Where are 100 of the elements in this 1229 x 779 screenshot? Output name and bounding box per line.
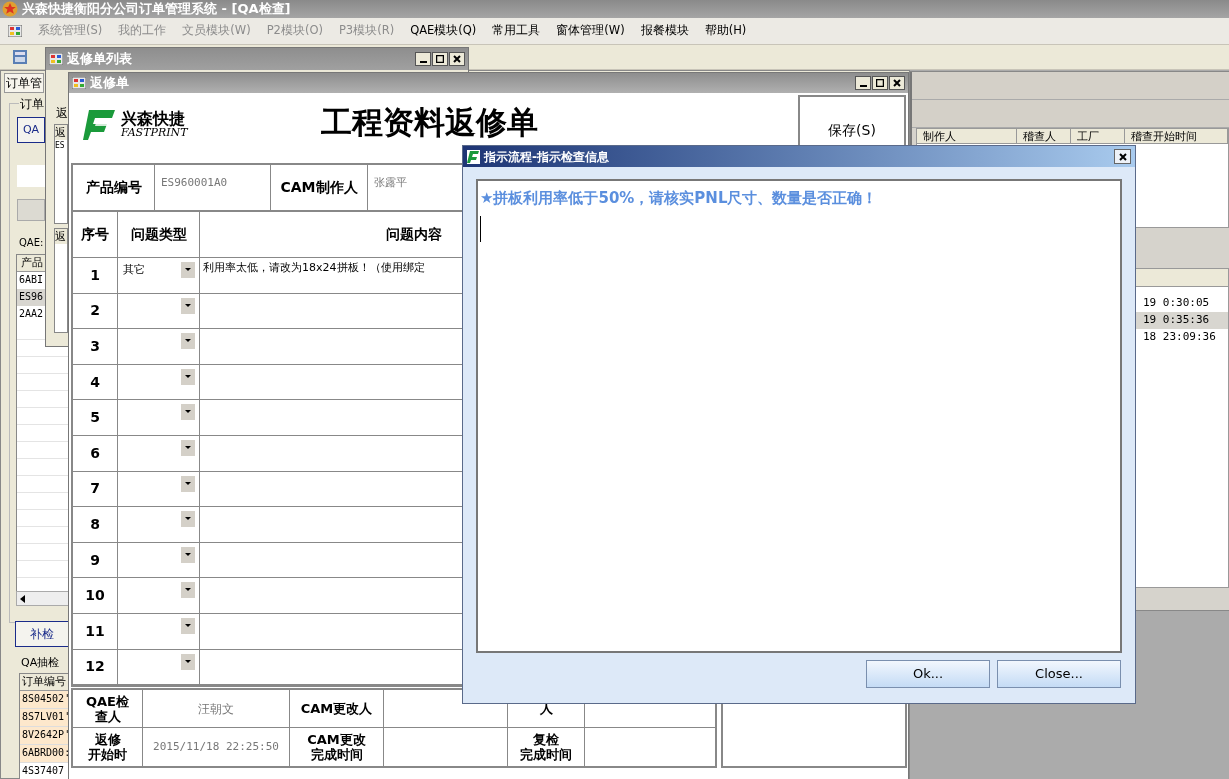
field-label: 开始时	[88, 747, 127, 763]
field-value: ES960001A0	[155, 165, 271, 210]
close-icon	[893, 79, 901, 87]
form-heading: 工程资料返修单	[321, 107, 538, 138]
row-number: 4	[73, 364, 118, 400]
column-header: 工厂	[1070, 129, 1125, 143]
type-dropdown[interactable]: 其它	[118, 258, 200, 293]
dropdown-button[interactable]	[181, 404, 195, 421]
minimize-button[interactable]	[415, 52, 431, 66]
menu-item[interactable]: 窗体管理(W)	[548, 22, 633, 40]
row-number: 7	[73, 471, 118, 507]
window-title: 返修单	[90, 74, 129, 93]
dropdown-button[interactable]	[181, 297, 195, 314]
caret-icon	[185, 659, 191, 664]
row-number: 8	[73, 507, 118, 542]
column-header: 订单编号	[20, 674, 68, 691]
logo-icon	[467, 149, 480, 164]
field-label: 产品编号	[73, 165, 155, 210]
field-label: 完成时间	[520, 747, 572, 763]
table-row[interactable]: ES96	[17, 289, 46, 306]
field-label: CAM更改人	[300, 701, 373, 717]
row-number: 1	[73, 258, 118, 293]
maximize-icon	[876, 79, 884, 87]
table-row[interactable]: 6ABI	[17, 272, 46, 289]
field-label: 返修	[94, 732, 121, 748]
row-number: 6	[73, 435, 118, 471]
table-row[interactable]: 2AA2	[17, 306, 46, 323]
dropdown-button[interactable]	[181, 582, 195, 599]
row-number: 9	[73, 542, 118, 578]
row-number: 5	[73, 400, 118, 435]
qa-button[interactable]: QA	[17, 117, 45, 143]
input-field[interactable]	[17, 165, 45, 187]
close-icon	[453, 55, 461, 63]
field-value: 2015/11/18 22:25:50	[143, 728, 290, 767]
field-label: 查人	[94, 708, 121, 724]
close-button[interactable]	[889, 76, 905, 90]
caret-icon	[185, 445, 191, 450]
dialog-title: 指示流程-指示检查信息	[484, 148, 609, 166]
table-cell[interactable]: ES	[55, 140, 67, 152]
caret-icon	[185, 517, 191, 522]
group-label: QAE:	[19, 235, 44, 250]
caret-icon	[185, 623, 191, 628]
table-row[interactable]: 6ABRD00:	[20, 745, 68, 763]
close-button[interactable]	[449, 52, 465, 66]
menu-item[interactable]: 帮助(H)	[696, 22, 755, 40]
column-header: 问题类型	[118, 212, 200, 257]
row-number: 2	[73, 293, 118, 329]
dropdown-button[interactable]	[181, 333, 195, 350]
table-row[interactable]: 8V2642P'	[20, 727, 68, 745]
field-label: 完成时间	[310, 747, 363, 763]
row-number: 11	[73, 613, 118, 649]
maximize-icon	[436, 55, 444, 63]
dropdown-button[interactable]	[181, 511, 195, 528]
brand-name: 兴森快捷	[121, 110, 185, 127]
column-header: 序号	[73, 212, 118, 257]
caret-icon	[185, 339, 191, 344]
recheck-button[interactable]: 补检	[15, 621, 69, 647]
dropdown-button[interactable]	[181, 439, 195, 456]
calculator-icon[interactable]	[12, 49, 28, 65]
dropdown-button[interactable]	[181, 617, 195, 634]
dropdown-button[interactable]	[181, 262, 195, 278]
dropdown-button[interactable]	[181, 475, 195, 492]
field-value: 汪朝文	[143, 690, 290, 728]
row-number: 12	[73, 649, 118, 685]
field-label: CAM更改	[307, 732, 366, 748]
group-label: 返	[56, 105, 68, 122]
menu-item[interactable]: 常用工具	[484, 22, 549, 40]
window-icon	[72, 77, 86, 89]
row-number: 3	[73, 329, 118, 364]
column-header: 稽查人	[1016, 129, 1071, 143]
dropdown-button[interactable]	[181, 368, 195, 385]
caret-icon	[185, 374, 191, 379]
scrollbar[interactable]	[16, 591, 69, 606]
caret-icon	[185, 588, 191, 593]
brand-subtitle: FASTPRINT	[121, 126, 188, 138]
menu-item[interactable]: QAE模块(Q)	[402, 22, 485, 40]
dropdown-button[interactable]	[181, 653, 195, 670]
window-title: 返修单列表	[67, 50, 132, 69]
star-icon	[2, 1, 18, 17]
field-label: CAM制作人	[271, 165, 368, 210]
menu-item[interactable]: 报餐模块	[632, 22, 697, 40]
dropdown-button[interactable]	[181, 546, 195, 563]
table-row[interactable]: 8S7LV01'	[20, 709, 68, 727]
logo-icon	[83, 108, 117, 140]
table-row[interactable]: 8S04502'	[20, 691, 68, 709]
close-button[interactable]	[1114, 149, 1131, 164]
caret-icon	[185, 552, 191, 557]
dialog-button[interactable]: Close...	[997, 660, 1121, 688]
column-header: 制作人	[917, 129, 1017, 143]
dialog-button[interactable]: Ok...	[866, 660, 990, 688]
column-header: 返	[55, 125, 67, 140]
menu-app-icon	[8, 25, 22, 37]
tab[interactable]: 订单管	[4, 73, 44, 93]
maximize-button[interactable]	[432, 52, 448, 66]
minimize-button[interactable]	[855, 76, 871, 90]
window-icon	[49, 53, 63, 65]
row-number: 10	[73, 578, 118, 613]
minimize-icon	[859, 85, 867, 87]
caret-icon	[185, 481, 191, 486]
maximize-button[interactable]	[872, 76, 888, 90]
